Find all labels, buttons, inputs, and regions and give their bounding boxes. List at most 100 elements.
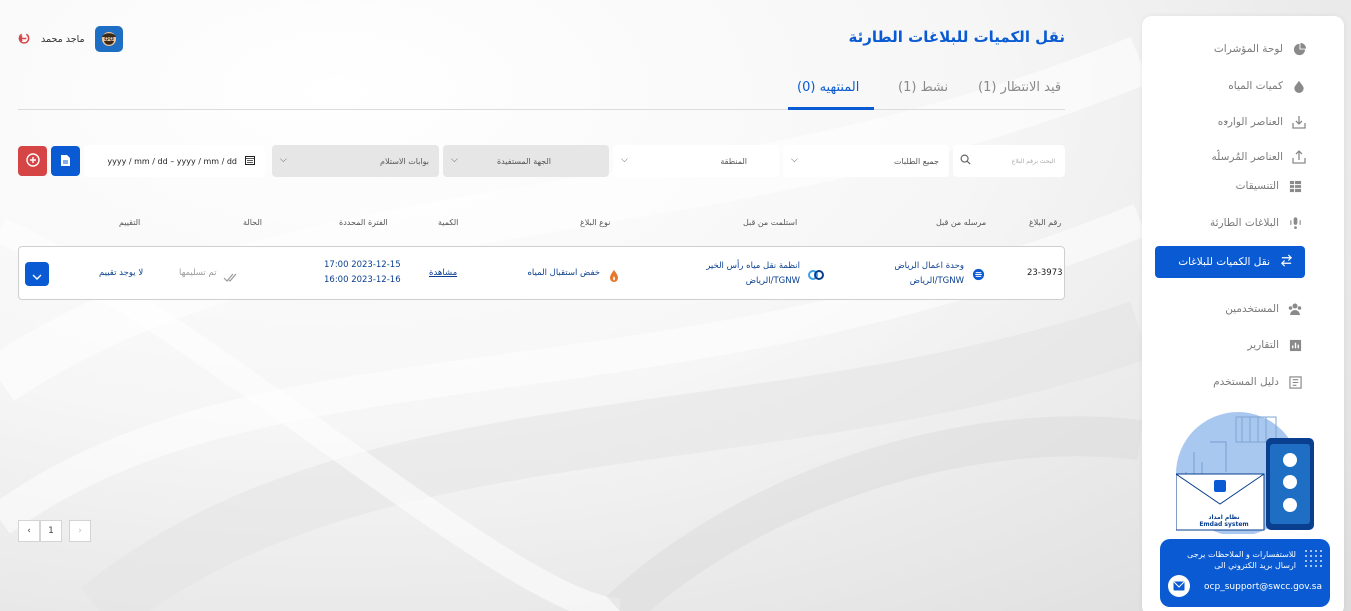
alert-icon [1288, 216, 1302, 230]
chevron-down-icon [32, 265, 42, 284]
sidebar-item-reports[interactable]: التقارير [1247, 338, 1302, 352]
column-header-number: رقم البلاغ [1029, 218, 1062, 227]
search-box[interactable]: البحث برقم البلاغ [953, 145, 1065, 177]
promo-system-ar: نظام امداد [1208, 514, 1240, 521]
sidebar-item-label: البلاغات الطارئة [1209, 217, 1279, 229]
table-icon [1288, 179, 1302, 193]
file-icon [60, 152, 71, 171]
receiver-line-2: TGNW/الرياض [745, 276, 800, 286]
sidebar-item-label: المستخدمين [1225, 303, 1279, 315]
mail-icon [1168, 575, 1190, 597]
promo-system-en: Emdad system [1199, 521, 1249, 528]
pagination-next-button[interactable]: › [69, 520, 91, 542]
pagination-page[interactable]: 1 [40, 520, 62, 542]
column-header-period: الفترة المحددة [339, 218, 388, 227]
sidebar-item-emergency[interactable]: البلاغات الطارئة [1210, 216, 1302, 230]
calendar-icon[interactable] [245, 155, 255, 167]
beneficiary-select-value: الجهة المستفيدة [496, 156, 551, 166]
organization-icon [972, 266, 985, 285]
active-tab-indicator [788, 107, 874, 110]
rating-value: لا يوجد تقييم [99, 268, 144, 278]
column-header-status: الحالة [243, 218, 262, 227]
tab-pending[interactable]: قيد الانتظار (1) [978, 80, 1061, 95]
requests-select[interactable]: جميع الطلبات ⌵ [783, 145, 949, 177]
search-icon [960, 154, 971, 167]
period-end: 2023-12-16 16:00 [324, 275, 401, 285]
guide-icon [1288, 375, 1302, 389]
sidebar-item-transfer-active[interactable]: نقل الكميات للبلاغات [1155, 246, 1305, 278]
pagination-prev-button[interactable]: ‹ [18, 520, 40, 542]
promo-caption: نظام امداد Emdad system [1198, 514, 1250, 528]
column-header-quantity: الكمية [438, 218, 459, 227]
report-number: 23-3973 [1027, 268, 1063, 278]
chevron-right-icon: › [78, 526, 82, 536]
inbox-download-icon [1292, 115, 1306, 129]
export-excel-button[interactable] [51, 146, 80, 176]
flame-icon [609, 267, 619, 286]
transfer-icon [1280, 254, 1293, 270]
link-icon [807, 266, 825, 285]
sidebar: لوحة المؤشرات كميات المياه العناصر الوار… [1142, 16, 1344, 611]
outbox-upload-icon [1292, 150, 1306, 164]
date-range-value: yyyy / mm / dd – yyyy / mm / dd [107, 156, 237, 166]
chevron-down-icon[interactable]: ⌄ [1222, 116, 1230, 126]
chevron-down-icon: ⌵ [791, 155, 798, 165]
user-name: ماجد محمد [41, 33, 85, 45]
sidebar-item-coordinations[interactable]: التنسيقات [1236, 179, 1302, 193]
pie-chart-icon [1292, 42, 1306, 56]
support-email-link[interactable]: ocp_support@swcc.gov.sa [1204, 582, 1322, 592]
tab-active[interactable]: نشط (1) [898, 80, 948, 95]
chevron-down-icon: ⌵ [451, 155, 458, 165]
sidebar-item-dashboard[interactable]: لوحة المؤشرات [1214, 42, 1306, 56]
expand-row-button[interactable] [25, 262, 49, 286]
column-header-sender: مرسله من قبل [936, 218, 987, 227]
chevron-down-icon: ⌵ [621, 155, 628, 165]
beneficiary-select[interactable]: الجهة المستفيدة ⌵ [443, 145, 609, 177]
sidebar-item-users[interactable]: المستخدمين [1225, 302, 1302, 316]
column-header-rating: التقييم [119, 218, 141, 227]
region-select[interactable]: المنطقة ⌵ [613, 145, 779, 177]
view-quantity-link[interactable]: مشاهدة [429, 266, 457, 281]
report-type: خفض استقبال المياه [527, 268, 600, 278]
sidebar-item-label: التنسيقات [1235, 180, 1279, 192]
water-drop-icon [1292, 79, 1306, 93]
add-button[interactable] [18, 146, 47, 176]
sidebar-item-outgoing[interactable]: العناصر المُرسله [1212, 150, 1306, 164]
user-menu[interactable]: ماجد محمد [18, 26, 123, 52]
sidebar-item-label: العناصر المُرسله [1211, 151, 1283, 163]
support-text: للاستفسارات و الملاحظات يرجى ارسال بريد … [1187, 550, 1296, 570]
sender-line-2: TGNW/الرياض [909, 276, 964, 286]
chevron-up-icon[interactable]: ˆ [1216, 150, 1221, 160]
sender-cell: وحدة اعمال الرياض TGNW/الرياض [894, 259, 964, 289]
dots-grid-icon [1305, 550, 1322, 567]
status-delivered: تم تسليمها [179, 268, 217, 278]
report-icon [1288, 338, 1302, 352]
sidebar-item-label: لوحة المؤشرات [1213, 43, 1283, 55]
period-start: 2023-12-15 17:00 [324, 260, 401, 270]
gates-select-value: بوابات الاستلام [380, 156, 429, 166]
sidebar-item-label: دليل المستخدم [1213, 376, 1279, 388]
receiver-line-1: انظمة نقل مياه رأس الخير [706, 261, 800, 271]
plus-circle-icon [25, 152, 40, 171]
sidebar-item-label: كميات المياه [1228, 80, 1283, 92]
gates-select[interactable]: بوابات الاستلام ⌵ [272, 145, 439, 177]
chevron-down-icon: ⌵ [280, 155, 287, 165]
region-select-value: المنطقة [720, 156, 747, 166]
period-cell: 2023-12-15 17:00 2023-12-16 16:00 [324, 258, 401, 288]
date-range-input[interactable]: yyyy / mm / dd – yyyy / mm / dd [84, 145, 265, 177]
tab-finished[interactable]: المنتهيه (0) [797, 80, 859, 95]
page-title: نقل الكميات للبلاغات الطارئة [848, 28, 1065, 46]
sidebar-item-incoming[interactable]: العناصر الوارده [1218, 115, 1306, 129]
status-tabs: قيد الانتظار (1) نشط (1) المنتهيه (0) [18, 70, 1065, 110]
search-input[interactable]: البحث برقم البلاغ [1012, 158, 1055, 165]
sidebar-item-label: التقارير [1247, 339, 1279, 351]
sender-line-1: وحدة اعمال الرياض [894, 261, 964, 271]
column-header-receiver: استلمت من قبل [743, 218, 798, 227]
column-header-type: نوع البلاغ [580, 218, 611, 227]
sidebar-item-water-quantities[interactable]: كميات المياه [1228, 79, 1306, 93]
avatar[interactable] [94, 26, 123, 52]
sidebar-item-label: نقل الكميات للبلاغات [1178, 256, 1270, 268]
sidebar-item-user-guide[interactable]: دليل المستخدم [1213, 375, 1302, 389]
table-row[interactable]: 23-3973 وحدة اعمال الرياض TGNW/الرياض ان… [18, 246, 1065, 300]
logout-icon[interactable] [18, 30, 31, 49]
